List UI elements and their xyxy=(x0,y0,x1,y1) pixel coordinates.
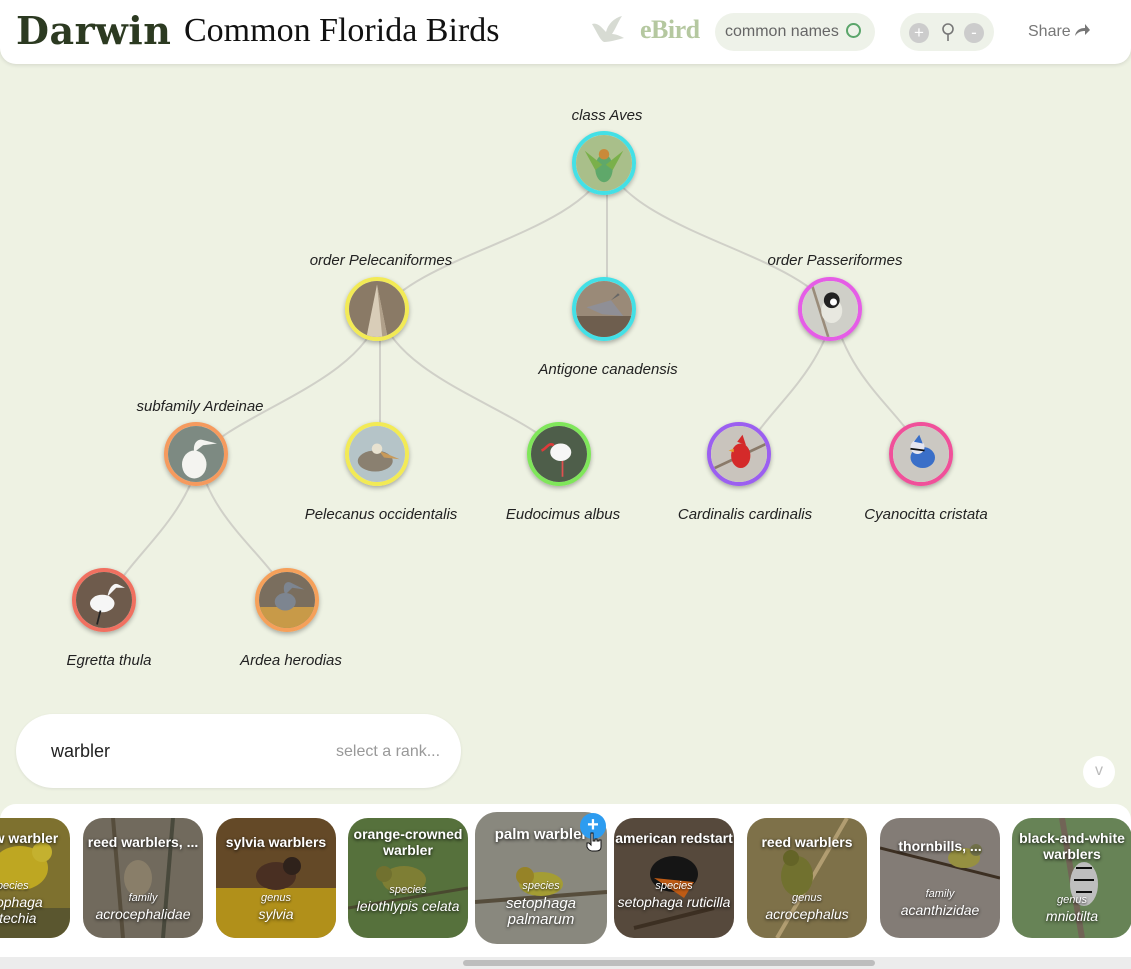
toggle-indicator-icon[interactable] xyxy=(846,23,861,38)
card-rank: genus xyxy=(792,892,822,904)
tree-node-pelecaniformes[interactable] xyxy=(345,277,409,341)
card-scientific: setophaga palmarum xyxy=(505,895,577,928)
result-card[interactable]: orange-crowned warbler species leiothlyp… xyxy=(348,818,468,938)
collapse-button[interactable]: v xyxy=(1083,756,1115,788)
card-scientific: acrocephalus xyxy=(765,906,849,922)
page-title: Common Florida Birds xyxy=(184,12,500,49)
card-scientific: leiothlypis celata xyxy=(356,898,460,914)
result-card[interactable]: reed warblers genus acrocephalus xyxy=(747,818,867,938)
tree-node-egretta-thula[interactable] xyxy=(72,568,136,632)
node-label: Ardea herodias xyxy=(240,652,342,669)
result-card[interactable]: american redstart species setophaga ruti… xyxy=(614,818,734,938)
tree-edges xyxy=(107,165,926,605)
node-label: Eudocimus albus xyxy=(505,506,621,523)
card-name: sylvia warblers xyxy=(225,834,327,850)
card-scientific: setophaga petechia xyxy=(0,894,43,926)
card-rank: species xyxy=(0,880,29,892)
bird-icon[interactable] xyxy=(590,14,626,46)
tree-node-ardea-herodias[interactable] xyxy=(255,568,319,632)
tree-node-aves[interactable] xyxy=(572,131,636,195)
share-button[interactable]: Share xyxy=(1028,23,1071,41)
result-card[interactable]: yellow warbler species setophaga petechi… xyxy=(0,818,70,938)
app-logo[interactable]: Darwin xyxy=(16,8,171,53)
result-card[interactable]: black-and-white warblers genus mniotilta xyxy=(1012,818,1131,938)
card-rank: species xyxy=(522,880,560,892)
card-name: american redstart xyxy=(615,830,733,846)
card-scientific: mniotilta xyxy=(1045,908,1099,924)
card-name: thornbills, ... xyxy=(898,838,982,854)
tree-node-ardeinae[interactable] xyxy=(164,422,228,486)
scrollbar-thumb[interactable] xyxy=(463,960,875,966)
card-rank: species xyxy=(389,884,427,896)
card-rank: family xyxy=(128,892,158,904)
card-rank: genus xyxy=(261,892,291,904)
search-panel: warbler select a rank... xyxy=(16,714,461,788)
tree-node-pelecanus-occidentalis[interactable] xyxy=(345,422,409,486)
node-label: Pelecanus occidentalis xyxy=(304,506,458,523)
share-arrow-icon[interactable] xyxy=(1073,22,1091,38)
zoom-controls: + - xyxy=(900,13,994,51)
node-label: order Passeriformes xyxy=(767,252,903,269)
tree-node-cardinalis-cardinalis[interactable] xyxy=(707,422,771,486)
card-scientific: acrocephalidae xyxy=(95,906,191,922)
tree-node-passeriformes[interactable] xyxy=(798,277,862,341)
zoom-in-button[interactable]: + xyxy=(909,23,929,43)
card-rank: family xyxy=(925,888,955,900)
node-label: order Pelecaniformes xyxy=(309,252,453,269)
tree-node-antigone-canadensis[interactable] xyxy=(572,277,636,341)
card-name: yellow warbler xyxy=(0,830,59,846)
card-rank: genus xyxy=(1057,894,1087,906)
header-bar: Darwin Common Florida Birds eBird common… xyxy=(0,0,1131,64)
card-rank: species xyxy=(655,880,693,892)
search-icon[interactable] xyxy=(940,22,956,42)
result-card[interactable]: sylvia warblers genus sylvia xyxy=(216,818,336,938)
card-scientific: setophaga ruticilla xyxy=(617,894,731,910)
taxonomy-tree: class Aves order Pelecaniformes Antigone… xyxy=(0,64,1131,704)
tree-node-cyanocitta-cristata[interactable] xyxy=(889,422,953,486)
result-card[interactable]: thornbills, ... family acanthizidae xyxy=(880,818,1000,938)
node-label: class Aves xyxy=(571,107,643,124)
result-card[interactable]: reed warblers, ... family acrocephalidae xyxy=(83,818,203,938)
node-label: Egretta thula xyxy=(66,652,152,669)
card-name: black-and-white warblers xyxy=(1019,830,1125,862)
node-label: Cyanocitta cristata xyxy=(864,506,988,523)
common-names-toggle[interactable]: common names xyxy=(715,13,875,51)
node-label: Cardinalis cardinalis xyxy=(677,506,813,523)
zoom-out-button[interactable]: - xyxy=(964,23,984,43)
tree-node-eudocimus-albus[interactable] xyxy=(527,422,591,486)
ebird-link[interactable]: eBird xyxy=(640,15,700,45)
card-name: orange-crowned warbler xyxy=(353,826,463,858)
card-shade xyxy=(880,818,1000,938)
toggle-label: common names xyxy=(725,23,839,40)
rank-select[interactable]: select a rank... xyxy=(336,743,440,761)
search-input[interactable]: warbler xyxy=(51,741,110,762)
hand-cursor-icon xyxy=(586,832,602,852)
node-label: Antigone canadensis xyxy=(538,361,678,378)
node-label: subfamily Ardeinae xyxy=(136,398,264,415)
card-name: reed warblers xyxy=(761,834,853,850)
card-name: reed warblers, ... xyxy=(87,834,199,850)
card-scientific: acanthizidae xyxy=(900,902,980,918)
card-scientific: sylvia xyxy=(258,906,294,922)
